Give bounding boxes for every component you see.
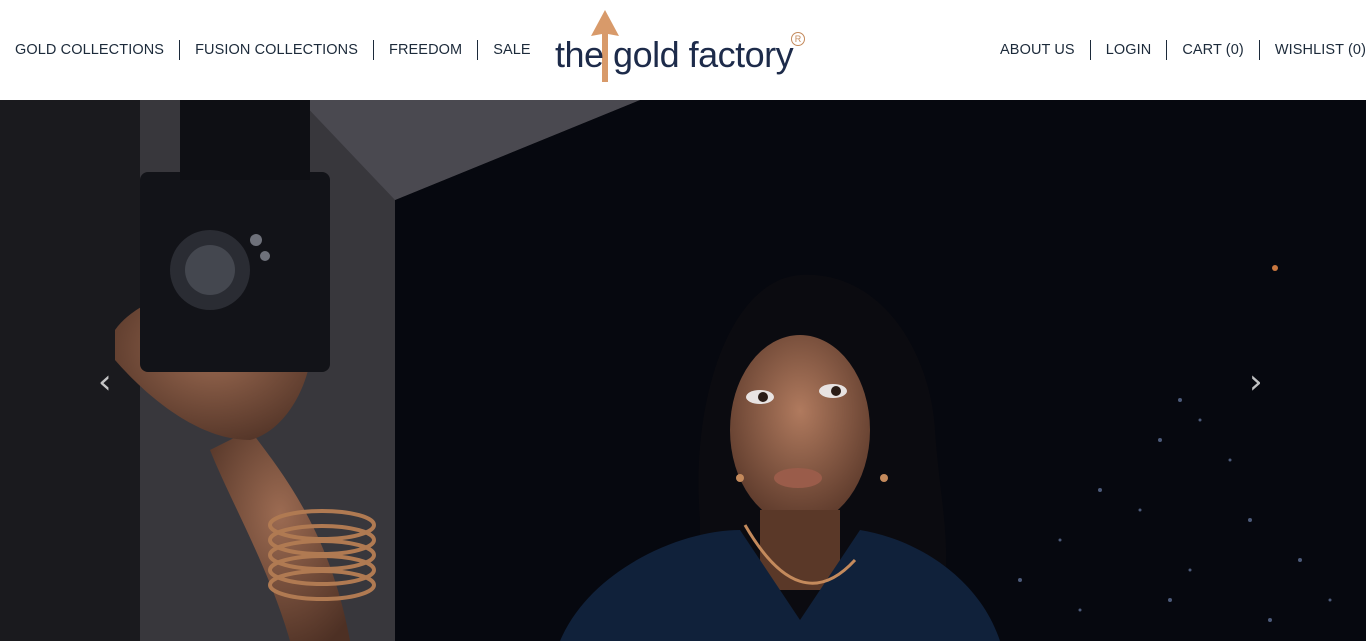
nav-cart[interactable]: CART (0): [1166, 40, 1259, 60]
hero-carousel: ‹ ›: [0, 100, 1366, 641]
logo-wordmark: the gold factory: [555, 34, 794, 75]
chevron-left-icon[interactable]: ‹: [98, 362, 112, 402]
hero-image: [0, 100, 1366, 641]
site-header: GOLD COLLECTIONS FUSION COLLECTIONS FREE…: [0, 0, 1366, 100]
registered-mark-icon: R: [791, 32, 805, 46]
nav-sale[interactable]: SALE: [477, 40, 545, 60]
nav-fusion-collections[interactable]: FUSION COLLECTIONS: [179, 40, 373, 60]
nav-wishlist[interactable]: WISHLIST (0): [1258, 40, 1366, 60]
nav-freedom[interactable]: FREEDOM: [373, 40, 477, 60]
nav-login[interactable]: LOGIN: [1089, 40, 1167, 60]
chevron-right-icon[interactable]: ›: [1249, 362, 1263, 402]
nav-about-us[interactable]: ABOUT US: [985, 40, 1090, 60]
brand-logo[interactable]: the gold factory R: [555, 10, 815, 90]
nav-gold-collections[interactable]: GOLD COLLECTIONS: [15, 40, 179, 60]
account-nav: ABOUT US LOGIN CART (0) WISHLIST (0): [985, 0, 1366, 100]
primary-nav: GOLD COLLECTIONS FUSION COLLECTIONS FREE…: [0, 0, 546, 100]
